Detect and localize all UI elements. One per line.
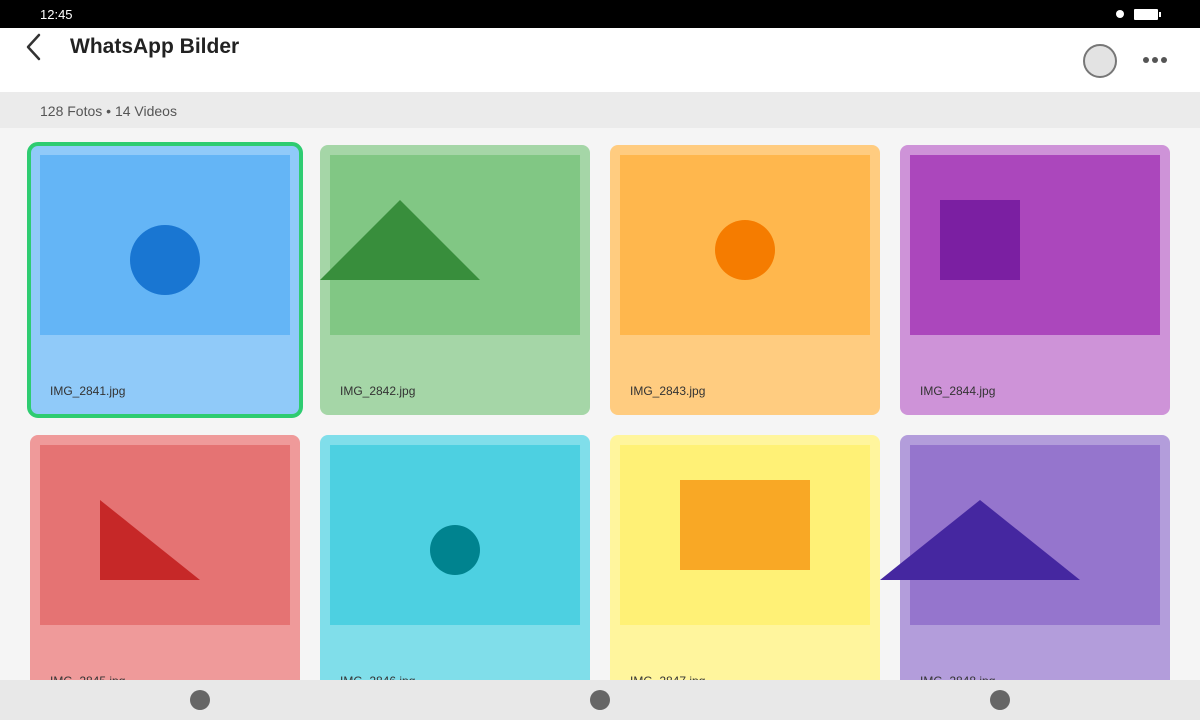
triangle-shape <box>880 500 1080 580</box>
page-title: WhatsApp Bilder <box>70 35 240 58</box>
photo-filename: IMG_2841.jpg <box>50 384 126 398</box>
nav-home-button[interactable] <box>590 690 610 710</box>
more-options-button[interactable] <box>1138 50 1172 70</box>
more-horizontal-icon <box>1143 57 1167 63</box>
status-bar: 12:45 <box>0 0 1200 28</box>
circle-shape <box>130 225 200 295</box>
photo-thumbnail <box>880 445 1160 625</box>
photo-card[interactable]: IMG_2846.jpg <box>320 435 590 680</box>
circle-shape <box>715 220 775 280</box>
photo-card[interactable]: IMG_2847.jpg <box>610 435 880 680</box>
photo-thumbnail <box>910 155 1160 335</box>
photo-thumbnail <box>620 445 870 625</box>
circle-shape <box>430 525 480 575</box>
chevron-left-icon <box>26 33 41 61</box>
triangle-shape <box>320 200 480 280</box>
square-shape <box>940 200 1020 280</box>
nav-back-button[interactable] <box>190 690 210 710</box>
photo-card[interactable]: IMG_2842.jpg <box>320 145 590 415</box>
photo-filename: IMG_2843.jpg <box>630 384 706 398</box>
photo-grid: IMG_2841.jpg IMG_2842.jpg IMG_2843.jpg IMG_… <box>0 128 1200 680</box>
right-triangle-shape <box>100 500 200 580</box>
photo-thumbnail <box>320 155 580 335</box>
system-nav-bar <box>0 680 1200 720</box>
photo-thumbnail <box>40 155 290 335</box>
photo-card[interactable]: IMG_2841.jpg <box>27 142 303 418</box>
rectangle-shape <box>680 480 810 570</box>
photo-thumbnail <box>40 445 290 625</box>
notification-dot-icon <box>1116 10 1124 18</box>
photo-filename: IMG_2844.jpg <box>920 384 996 398</box>
photo-card[interactable]: IMG_2844.jpg <box>900 145 1170 415</box>
avatar[interactable] <box>1083 44 1117 78</box>
photo-card[interactable]: IMG_2843.jpg <box>610 145 880 415</box>
photo-filename: IMG_2842.jpg <box>340 384 416 398</box>
photo-thumbnail <box>330 445 580 625</box>
media-count: 128 Fotos • 14 Videos <box>40 103 177 119</box>
battery-icon <box>1134 9 1161 20</box>
photo-thumbnail <box>620 155 870 335</box>
back-button[interactable] <box>20 30 50 64</box>
status-time: 12:45 <box>40 7 73 22</box>
album-summary-bar: 128 Fotos • 14 Videos <box>0 92 1200 128</box>
nav-recents-button[interactable] <box>990 690 1010 710</box>
photo-card[interactable]: IMG_2848.jpg <box>880 435 1170 680</box>
app-bar: WhatsApp Bilder <box>0 28 1200 92</box>
photo-card[interactable]: IMG_2845.jpg <box>30 435 300 680</box>
